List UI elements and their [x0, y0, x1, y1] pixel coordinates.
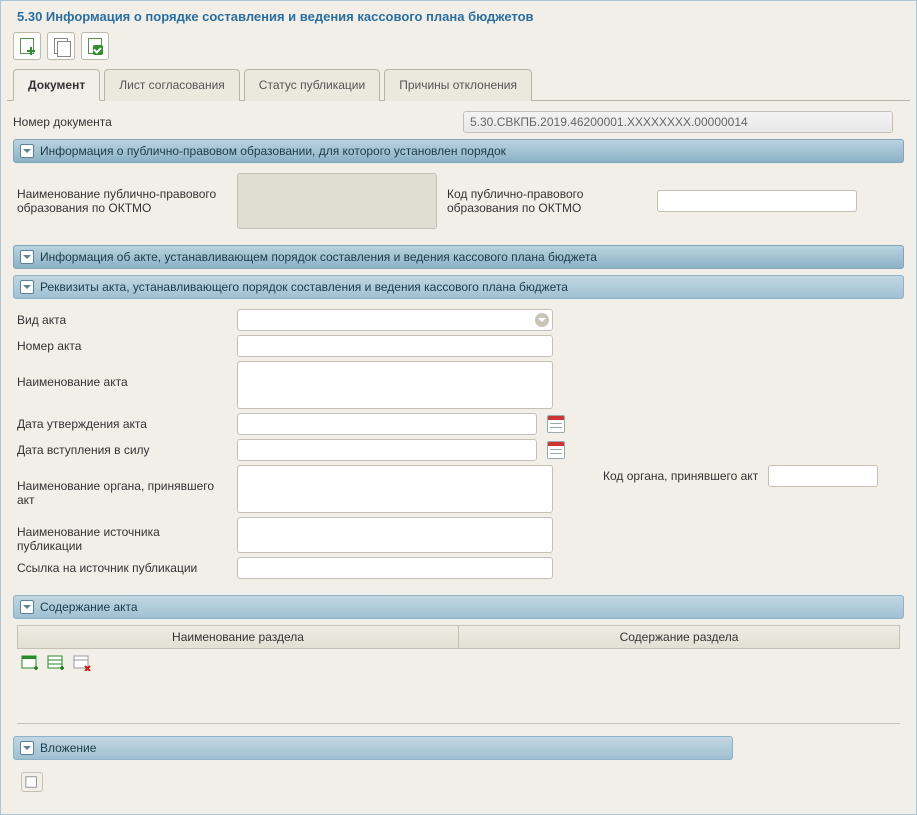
act-name-label: Наименование акта — [17, 361, 227, 389]
authority-name-input[interactable] — [237, 465, 553, 513]
page-plus-icon — [20, 38, 34, 54]
toolbar — [7, 28, 910, 68]
act-approve-date-input[interactable] — [237, 413, 537, 435]
ppo-code-label: Код публично-правового образования по ОК… — [447, 187, 647, 215]
chevron-down-icon[interactable] — [20, 600, 34, 614]
section-act-req-title: Реквизиты акта, устанавливающего порядок… — [40, 280, 568, 294]
section-attachment-title: Вложение — [40, 741, 96, 755]
act-content-grid-header: Наименование раздела Содержание раздела — [17, 625, 900, 649]
act-kind-combo[interactable] — [237, 309, 553, 331]
authority-name-label: Наименование органа, принявшего акт — [17, 465, 227, 507]
act-kind-label: Вид акта — [17, 313, 227, 327]
doc-number-label: Номер документа — [13, 115, 453, 129]
section-act-content-title: Содержание акта — [40, 600, 138, 614]
grid-add-row-icon[interactable] — [21, 655, 39, 671]
ppo-name-label: Наименование публично-правового образова… — [17, 187, 227, 215]
doc-number-value: 5.30.СВКПБ.2019.46200001.XXXXXXXX.000000… — [463, 111, 893, 133]
section-act-info-title: Информация об акте, устанавливающем поря… — [40, 250, 597, 264]
act-approve-date-label: Дата утверждения акта — [17, 417, 227, 431]
section-act-info-header[interactable]: Информация об акте, устанавливающем поря… — [13, 245, 904, 269]
page-title[interactable]: 5.30 Информация о порядке составления и … — [7, 5, 910, 28]
act-number-input[interactable] — [237, 335, 553, 357]
grid-add-rows-icon[interactable] — [47, 655, 65, 671]
calendar-icon[interactable] — [547, 441, 565, 459]
chevron-down-icon[interactable] — [20, 280, 34, 294]
source-link-input[interactable] — [237, 557, 553, 579]
authority-code-input[interactable] — [768, 465, 878, 487]
tab-rejection-reasons[interactable]: Причины отклонения — [384, 69, 532, 101]
tabs: Документ Лист согласования Статус публик… — [7, 68, 910, 101]
grid-delete-row-icon[interactable] — [73, 655, 91, 671]
chevron-down-icon[interactable] — [20, 144, 34, 158]
section-act-req-header[interactable]: Реквизиты акта, устанавливающего порядок… — [13, 275, 904, 299]
authority-code-label: Код органа, принявшего акт — [603, 469, 758, 483]
pages-icon — [54, 38, 68, 54]
section-ppo-header[interactable]: Информация о публично-правовом образован… — [13, 139, 904, 163]
tab-document[interactable]: Документ — [13, 69, 100, 101]
act-name-input[interactable] — [237, 361, 553, 409]
act-effect-date-input[interactable] — [237, 439, 537, 461]
act-number-label: Номер акта — [17, 339, 227, 353]
section-attachment-header[interactable]: Вложение — [13, 736, 733, 760]
act-effect-date-label: Дата вступления в силу — [17, 443, 227, 457]
chevron-down-icon[interactable] — [20, 741, 34, 755]
attachment-add-button[interactable] — [21, 772, 43, 792]
section-act-content-header[interactable]: Содержание акта — [13, 595, 904, 619]
ppo-name-field[interactable] — [237, 173, 437, 229]
tab-approval-sheet[interactable]: Лист согласования — [104, 69, 240, 101]
source-name-input[interactable] — [237, 517, 553, 553]
col-section-content[interactable]: Содержание раздела — [459, 626, 899, 648]
attachment-toolbar — [17, 766, 900, 798]
source-name-label: Наименование источника публикации — [17, 517, 227, 553]
col-section-name[interactable]: Наименование раздела — [18, 626, 459, 648]
calendar-icon[interactable] — [547, 415, 565, 433]
section-ppo-title: Информация о публично-правовом образован… — [40, 144, 506, 158]
new-document-button[interactable] — [13, 32, 41, 60]
tab-publication-status[interactable]: Статус публикации — [244, 69, 380, 101]
copy-document-button[interactable] — [47, 32, 75, 60]
source-link-label: Ссылка на источник публикации — [17, 561, 227, 575]
chevron-down-icon[interactable] — [20, 250, 34, 264]
approve-document-button[interactable] — [81, 32, 109, 60]
page-check-icon — [88, 38, 102, 54]
chevron-down-icon[interactable] — [535, 313, 549, 327]
ppo-code-input[interactable] — [657, 190, 857, 212]
grid-toolbar — [17, 649, 900, 677]
